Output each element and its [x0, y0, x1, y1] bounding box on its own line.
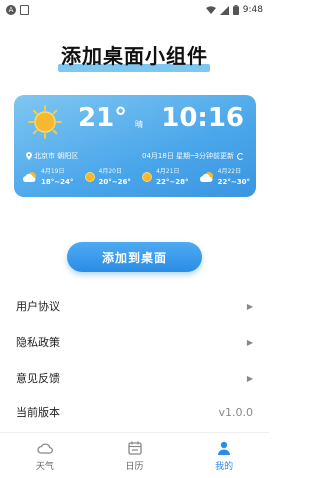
forecast-date: 4月20日 [98, 168, 122, 175]
menu-item-label: 当前版本 [16, 406, 60, 419]
tab-weather[interactable]: 天气 [0, 433, 90, 478]
refresh-icon [237, 152, 244, 160]
cloud-icon [37, 442, 53, 454]
update-status: 3分钟前更新 [195, 151, 244, 161]
tab-label: 天气 [35, 461, 54, 472]
add-to-desktop-button[interactable]: 添加到桌面 [67, 242, 202, 272]
calendar-icon [127, 441, 142, 455]
widget-clock: 10:16 [161, 103, 244, 133]
forecast-range: 18°~24° [41, 178, 74, 186]
forecast-date: 4月21日 [156, 168, 180, 175]
forecast-range: 22°~28° [156, 178, 189, 186]
chevron-right-icon: ▶ [246, 301, 253, 311]
status-time: 9:48 [242, 5, 263, 15]
sd-card-icon [20, 5, 29, 15]
page-title: 添加桌面小组件 [61, 44, 208, 68]
forecast-range: 20°~26° [98, 178, 131, 186]
forecast-range: 22°~30° [217, 178, 250, 186]
forecast-row: 4月19日 18°~24° 4月20日 20°~26° 4月21日 22°~28… [22, 167, 250, 187]
bottom-nav: 天气 日历 我的 [0, 432, 269, 478]
user-icon [218, 441, 231, 455]
location: 北京市 朝阳区 [26, 151, 78, 161]
sun-icon [28, 105, 62, 139]
menu-item-label: 隐私政策 [16, 336, 60, 349]
location-text: 北京市 朝阳区 [34, 152, 79, 160]
tab-mine[interactable]: 我的 [179, 433, 269, 478]
menu-item-privacy-policy[interactable]: 隐私政策 ▶ [0, 324, 269, 360]
menu-item-feedback[interactable]: 意见反馈 ▶ [0, 360, 269, 396]
forecast-day: 4月19日 18°~24° [22, 167, 73, 187]
notification-badge-icon: A [6, 5, 16, 15]
chevron-right-icon: ▶ [246, 373, 253, 383]
sun-icon [84, 172, 95, 182]
forecast-date: 4月22日 [217, 168, 242, 175]
menu-item-label: 意见反馈 [16, 372, 60, 385]
tab-label: 我的 [215, 461, 234, 472]
cloud-sun-icon [22, 172, 36, 182]
weather-widget-preview: 21° 晴 10:16 北京市 朝阳区 04月18日 星期一 3分钟前更新 4月… [14, 95, 256, 197]
chevron-right-icon: ▶ [246, 337, 253, 347]
version-value: v1.0.0 [218, 405, 254, 419]
forecast-day: 4月22日 22°~30° [199, 167, 250, 187]
status-bar: A 9:48 [0, 0, 269, 20]
widget-date: 04月18日 星期一 [142, 152, 198, 160]
forecast-day: 4月21日 22°~28° [141, 167, 188, 187]
forecast-day: 4月20日 20°~26° [84, 167, 131, 187]
sun-icon [142, 172, 153, 182]
tab-label: 日历 [125, 461, 144, 472]
cloud-sun-icon [199, 172, 213, 182]
wifi-icon [205, 5, 216, 14]
menu-item-user-agreement[interactable]: 用户协议 ▶ [0, 288, 269, 324]
weather-condition: 晴 [135, 120, 143, 129]
update-text: 3分钟前更新 [194, 152, 234, 160]
tab-calendar[interactable]: 日历 [90, 433, 180, 478]
signal-icon [219, 5, 229, 15]
forecast-date: 4月19日 [41, 168, 65, 175]
location-pin-icon [26, 152, 32, 160]
current-temperature: 21° [78, 103, 128, 133]
battery-icon [232, 5, 239, 15]
menu-item-version: 当前版本 v1.0.0 [0, 394, 269, 430]
menu-item-label: 用户协议 [16, 300, 60, 313]
